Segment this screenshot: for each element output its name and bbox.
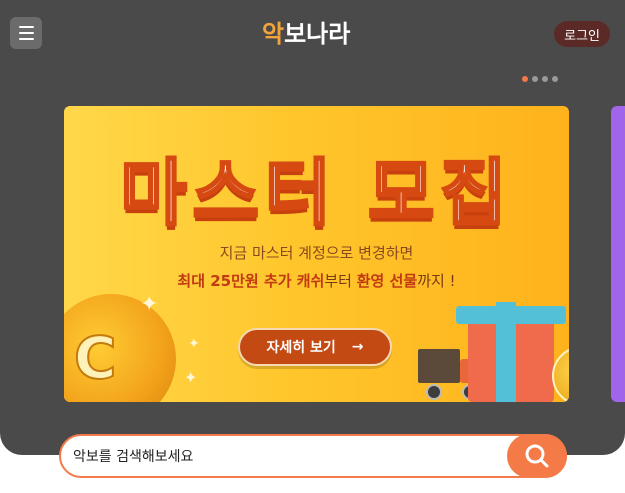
sparkle-icon: ✦ <box>140 292 159 317</box>
next-banner-peek[interactable] <box>611 106 625 402</box>
search-button[interactable] <box>507 434 567 478</box>
banner-title: 마스터 모집 <box>119 150 513 237</box>
carousel-dot[interactable] <box>542 76 548 82</box>
arrow-right-icon: → <box>351 339 364 355</box>
details-button-label: 자세히 보기 <box>266 340 336 356</box>
banner-promo-text: 최대 25만원 추가 캐쉬부터 환영 선물까지 ! <box>177 272 456 290</box>
search-input[interactable] <box>71 436 505 478</box>
point-coin-icon: P <box>552 346 569 402</box>
logo-prefix: 악 <box>262 19 285 48</box>
search-bar <box>59 434 567 478</box>
search-icon <box>525 444 549 468</box>
logo[interactable]: 악 보나라 <box>262 14 350 48</box>
sparkle-icon: ✦ <box>184 368 198 387</box>
carousel-indicator <box>522 76 558 82</box>
carousel-dot[interactable] <box>552 76 558 82</box>
logo-text: 보나라 <box>284 19 351 48</box>
carousel-dot[interactable] <box>522 76 528 82</box>
details-button[interactable]: 자세히 보기 → <box>238 328 392 366</box>
coin-icon: C <box>73 323 118 393</box>
truck-icon <box>418 349 460 383</box>
hamburger-icon <box>18 26 34 28</box>
login-button[interactable]: 로그인 <box>554 21 610 47</box>
banner-subtitle: 지금 마스터 계정으로 변경하면 <box>219 244 414 262</box>
promo-banner[interactable]: C ✦ ✦ ✦ 마스터 모집 지금 마스터 계정으로 변경하면 최대 25만원 … <box>64 106 569 402</box>
carousel-dot[interactable] <box>532 76 538 82</box>
sparkle-icon: ✦ <box>188 336 200 352</box>
menu-button[interactable] <box>10 17 42 49</box>
